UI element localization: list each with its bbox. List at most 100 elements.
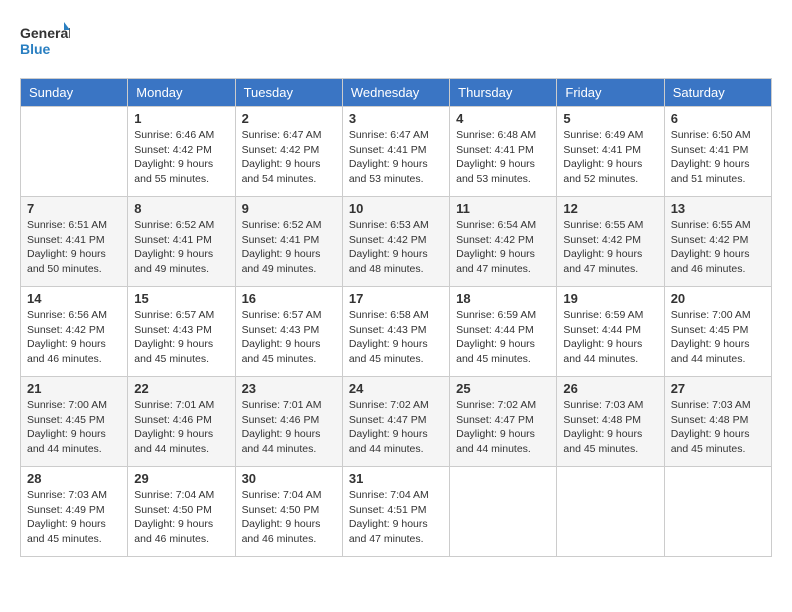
calendar-cell xyxy=(450,467,557,557)
day-info: Sunrise: 7:03 AMSunset: 4:49 PMDaylight:… xyxy=(27,488,121,547)
logo: General Blue xyxy=(20,20,70,62)
day-number: 24 xyxy=(349,381,443,396)
day-number: 12 xyxy=(563,201,657,216)
weekday-header-thursday: Thursday xyxy=(450,79,557,107)
day-info: Sunrise: 6:49 AMSunset: 4:41 PMDaylight:… xyxy=(563,128,657,187)
calendar-cell: 11Sunrise: 6:54 AMSunset: 4:42 PMDayligh… xyxy=(450,197,557,287)
day-info: Sunrise: 6:55 AMSunset: 4:42 PMDaylight:… xyxy=(563,218,657,277)
day-number: 27 xyxy=(671,381,765,396)
calendar-cell: 6 Sunrise: 6:50 AMSunset: 4:41 PMDaylight… xyxy=(664,107,771,197)
day-number: 5 xyxy=(563,111,657,126)
day-info: Sunrise: 6:50 AMSunset: 4:41 PMDaylight:… xyxy=(671,128,765,187)
day-number: 9 xyxy=(242,201,336,216)
day-number: 23 xyxy=(242,381,336,396)
weekday-header-saturday: Saturday xyxy=(664,79,771,107)
calendar-cell: 1Sunrise: 6:46 AMSunset: 4:42 PMDaylight… xyxy=(128,107,235,197)
day-info: Sunrise: 6:59 AMSunset: 4:44 PMDaylight:… xyxy=(563,308,657,367)
calendar-cell: 9Sunrise: 6:52 AMSunset: 4:41 PMDaylight… xyxy=(235,197,342,287)
day-info: Sunrise: 7:03 AMSunset: 4:48 PMDaylight:… xyxy=(671,398,765,457)
day-number: 19 xyxy=(563,291,657,306)
day-info: Sunrise: 6:59 AMSunset: 4:44 PMDaylight:… xyxy=(456,308,550,367)
day-number: 8 xyxy=(134,201,228,216)
day-info: Sunrise: 6:55 AMSunset: 4:42 PMDaylight:… xyxy=(671,218,765,277)
day-number: 21 xyxy=(27,381,121,396)
page-header: General Blue xyxy=(20,20,772,62)
calendar-cell: 7 Sunrise: 6:51 AMSunset: 4:41 PMDaylight… xyxy=(21,197,128,287)
day-number: 13 xyxy=(671,201,765,216)
day-number: 10 xyxy=(349,201,443,216)
calendar-cell: 30 Sunrise: 7:04 AMSunset: 4:50 PMDayligh… xyxy=(235,467,342,557)
day-number: 14 xyxy=(27,291,121,306)
day-info: Sunrise: 6:52 AMSunset: 4:41 PMDaylight:… xyxy=(134,218,228,277)
calendar-week-4: 21 Sunrise: 7:00 AMSunset: 4:45 PMDayligh… xyxy=(21,377,772,467)
calendar-table: SundayMondayTuesdayWednesdayThursdayFrid… xyxy=(20,78,772,557)
day-number: 7 xyxy=(27,201,121,216)
day-info: Sunrise: 7:04 AMSunset: 4:50 PMDaylight:… xyxy=(242,488,336,547)
calendar-cell: 18 Sunrise: 6:59 AMSunset: 4:44 PMDayligh… xyxy=(450,287,557,377)
calendar-cell: 27 Sunrise: 7:03 AMSunset: 4:48 PMDayligh… xyxy=(664,377,771,467)
day-number: 2 xyxy=(242,111,336,126)
calendar-cell: 5 Sunrise: 6:49 AMSunset: 4:41 PMDaylight… xyxy=(557,107,664,197)
weekday-header-monday: Monday xyxy=(128,79,235,107)
svg-text:General: General xyxy=(20,25,70,41)
day-number: 4 xyxy=(456,111,550,126)
day-number: 30 xyxy=(242,471,336,486)
calendar-cell: 20Sunrise: 7:00 AMSunset: 4:45 PMDayligh… xyxy=(664,287,771,377)
weekday-header-wednesday: Wednesday xyxy=(342,79,449,107)
calendar-cell: 28 Sunrise: 7:03 AMSunset: 4:49 PMDayligh… xyxy=(21,467,128,557)
day-number: 3 xyxy=(349,111,443,126)
weekday-header-tuesday: Tuesday xyxy=(235,79,342,107)
day-info: Sunrise: 6:47 AMSunset: 4:41 PMDaylight:… xyxy=(349,128,443,187)
day-number: 28 xyxy=(27,471,121,486)
calendar-cell: 13 Sunrise: 6:55 AMSunset: 4:42 PMDayligh… xyxy=(664,197,771,287)
day-number: 18 xyxy=(456,291,550,306)
calendar-cell: 4 Sunrise: 6:48 AMSunset: 4:41 PMDaylight… xyxy=(450,107,557,197)
calendar-cell: 12 Sunrise: 6:55 AMSunset: 4:42 PMDayligh… xyxy=(557,197,664,287)
calendar-cell: 21 Sunrise: 7:00 AMSunset: 4:45 PMDayligh… xyxy=(21,377,128,467)
day-info: Sunrise: 6:51 AMSunset: 4:41 PMDaylight:… xyxy=(27,218,121,277)
calendar-cell: 26Sunrise: 7:03 AMSunset: 4:48 PMDayligh… xyxy=(557,377,664,467)
calendar-cell: 19 Sunrise: 6:59 AMSunset: 4:44 PMDayligh… xyxy=(557,287,664,377)
day-number: 17 xyxy=(349,291,443,306)
calendar-week-2: 7 Sunrise: 6:51 AMSunset: 4:41 PMDaylight… xyxy=(21,197,772,287)
calendar-week-1: 1Sunrise: 6:46 AMSunset: 4:42 PMDaylight… xyxy=(21,107,772,197)
day-info: Sunrise: 6:46 AMSunset: 4:42 PMDaylight:… xyxy=(134,128,228,187)
day-info: Sunrise: 7:02 AMSunset: 4:47 PMDaylight:… xyxy=(456,398,550,457)
day-info: Sunrise: 7:01 AMSunset: 4:46 PMDaylight:… xyxy=(134,398,228,457)
day-info: Sunrise: 6:47 AMSunset: 4:42 PMDaylight:… xyxy=(242,128,336,187)
day-info: Sunrise: 6:58 AMSunset: 4:43 PMDaylight:… xyxy=(349,308,443,367)
day-number: 6 xyxy=(671,111,765,126)
calendar-cell: 2 Sunrise: 6:47 AMSunset: 4:42 PMDaylight… xyxy=(235,107,342,197)
calendar-cell: 8 Sunrise: 6:52 AMSunset: 4:41 PMDaylight… xyxy=(128,197,235,287)
day-number: 31 xyxy=(349,471,443,486)
calendar-cell: 31 Sunrise: 7:04 AMSunset: 4:51 PMDayligh… xyxy=(342,467,449,557)
calendar-cell: 10 Sunrise: 6:53 AMSunset: 4:42 PMDayligh… xyxy=(342,197,449,287)
day-info: Sunrise: 7:00 AMSunset: 4:45 PMDaylight:… xyxy=(671,308,765,367)
calendar-cell: 24 Sunrise: 7:02 AMSunset: 4:47 PMDayligh… xyxy=(342,377,449,467)
day-info: Sunrise: 6:57 AMSunset: 4:43 PMDaylight:… xyxy=(134,308,228,367)
calendar-cell: 23Sunrise: 7:01 AMSunset: 4:46 PMDayligh… xyxy=(235,377,342,467)
weekday-header-sunday: Sunday xyxy=(21,79,128,107)
day-info: Sunrise: 7:04 AMSunset: 4:51 PMDaylight:… xyxy=(349,488,443,547)
day-info: Sunrise: 6:57 AMSunset: 4:43 PMDaylight:… xyxy=(242,308,336,367)
calendar-cell: 17 Sunrise: 6:58 AMSunset: 4:43 PMDayligh… xyxy=(342,287,449,377)
svg-text:Blue: Blue xyxy=(20,41,51,57)
day-info: Sunrise: 7:00 AMSunset: 4:45 PMDaylight:… xyxy=(27,398,121,457)
day-number: 22 xyxy=(134,381,228,396)
day-info: Sunrise: 6:53 AMSunset: 4:42 PMDaylight:… xyxy=(349,218,443,277)
day-number: 29 xyxy=(134,471,228,486)
day-number: 25 xyxy=(456,381,550,396)
day-info: Sunrise: 7:04 AMSunset: 4:50 PMDaylight:… xyxy=(134,488,228,547)
calendar-cell: 15Sunrise: 6:57 AMSunset: 4:43 PMDayligh… xyxy=(128,287,235,377)
day-info: Sunrise: 7:02 AMSunset: 4:47 PMDaylight:… xyxy=(349,398,443,457)
day-number: 16 xyxy=(242,291,336,306)
day-info: Sunrise: 6:48 AMSunset: 4:41 PMDaylight:… xyxy=(456,128,550,187)
day-info: Sunrise: 6:56 AMSunset: 4:42 PMDaylight:… xyxy=(27,308,121,367)
calendar-cell: 16 Sunrise: 6:57 AMSunset: 4:43 PMDayligh… xyxy=(235,287,342,377)
calendar-cell xyxy=(664,467,771,557)
calendar-cell xyxy=(557,467,664,557)
calendar-cell: 22 Sunrise: 7:01 AMSunset: 4:46 PMDayligh… xyxy=(128,377,235,467)
calendar-cell: 14 Sunrise: 6:56 AMSunset: 4:42 PMDayligh… xyxy=(21,287,128,377)
calendar-week-5: 28 Sunrise: 7:03 AMSunset: 4:49 PMDayligh… xyxy=(21,467,772,557)
calendar-cell: 29 Sunrise: 7:04 AMSunset: 4:50 PMDayligh… xyxy=(128,467,235,557)
